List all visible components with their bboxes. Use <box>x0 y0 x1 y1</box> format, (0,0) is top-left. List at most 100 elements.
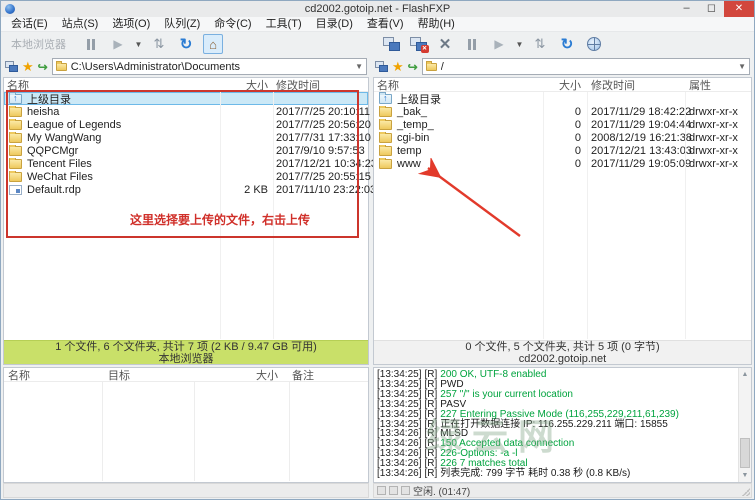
chevron-down-icon[interactable]: ▼ <box>135 34 142 54</box>
menu-item[interactable]: 选项(O) <box>105 17 157 31</box>
window-title: cd2002.gotoip.net - FlashFXP <box>1 3 754 15</box>
scroll-down-icon[interactable]: ▼ <box>739 469 751 482</box>
local-path-value: C:\Users\Administrator\Documents <box>71 61 351 73</box>
column-divider[interactable] <box>685 92 686 339</box>
resize-grip[interactable] <box>740 486 750 496</box>
browse-computer-icon[interactable] <box>375 61 388 72</box>
local-browser-label: 本地浏览器 <box>11 36 66 52</box>
menu-item[interactable]: 会话(E) <box>4 17 55 31</box>
close-button[interactable]: ✕ <box>724 1 754 17</box>
refresh-icon[interactable]: ↻ <box>557 34 577 54</box>
column-header-size[interactable]: 大小 <box>543 77 587 93</box>
menu-item[interactable]: 帮助(H) <box>411 17 462 31</box>
file-attr: drwxr-xr-x <box>685 158 751 170</box>
file-row[interactable]: 上级目录 <box>374 92 751 105</box>
file-name: cgi-bin <box>397 132 429 144</box>
column-divider[interactable] <box>102 382 103 481</box>
file-size: 0 <box>543 119 587 131</box>
file-icon <box>379 94 392 104</box>
chevron-down-icon[interactable]: ▼ <box>355 62 363 71</box>
file-icon <box>379 146 392 156</box>
remote-status-counts: 0 个文件, 5 个文件夹, 共计 5 项 (0 字节) <box>374 341 751 353</box>
pause-icon[interactable] <box>81 34 101 54</box>
globe-icon[interactable] <box>584 34 604 54</box>
file-row[interactable]: cgi-bin 0 2008/12/19 16:21:38 drwxr-xr-x <box>374 131 751 144</box>
annotation-red-box: 这里选择要上传的文件，右击上传 <box>6 90 359 238</box>
remote-toolbar: ✕ ✕ ▶ ▼ ⇅ ↻ <box>373 32 604 56</box>
log-channel: [R] <box>424 409 437 420</box>
pause-icon[interactable] <box>462 34 482 54</box>
annotation-arrow <box>414 158 544 258</box>
menu-bar: 会话(E) 站点(S) 选项(O) 队列(Z) 命令(C) 工具(T) 目录(D… <box>1 17 754 32</box>
go-arrow-icon[interactable]: ↪ <box>38 60 48 74</box>
file-modified: 2017/11/29 19:05:09 <box>587 158 685 170</box>
queue-bottom-bar <box>3 483 369 498</box>
local-toolbar: 本地浏览器 ▶ ▼ ⇅ ↻ ⌂ <box>1 32 373 56</box>
file-name: temp <box>397 145 421 157</box>
column-divider[interactable] <box>587 92 588 339</box>
menu-item[interactable]: 队列(Z) <box>157 17 207 31</box>
column-divider[interactable] <box>194 382 195 481</box>
local-status-bar: 1 个文件, 6 个文件夹, 共计 7 项 (2 KB / 9.47 GB 可用… <box>4 340 368 364</box>
browse-computer-icon[interactable] <box>5 61 18 72</box>
refresh-icon[interactable]: ↻ <box>176 34 196 54</box>
scrollbar-thumb[interactable] <box>740 438 750 468</box>
remote-file-pane: 名称 大小 修改时间 属性 上级目录 <box>373 77 752 365</box>
play-icon[interactable]: ▶ <box>108 34 128 54</box>
file-size: 0 <box>543 106 587 118</box>
column-header-name[interactable]: 名称 <box>4 367 102 383</box>
file-row[interactable]: _temp_ 0 2017/11/29 19:04:44 drwxr-xr-x <box>374 118 751 131</box>
file-size: 0 <box>543 145 587 157</box>
remote-host-label: cd2002.gotoip.net <box>374 353 751 365</box>
menu-item[interactable]: 目录(D) <box>309 17 360 31</box>
menu-item[interactable]: 查看(V) <box>360 17 411 31</box>
favorites-star-icon[interactable]: ★ <box>392 59 404 75</box>
status-note-icon <box>389 486 398 495</box>
file-name: _bak_ <box>397 106 427 118</box>
favorites-star-icon[interactable]: ★ <box>22 59 34 75</box>
connect-icon[interactable] <box>381 34 401 54</box>
transfer-queue-icon[interactable]: ⇅ <box>530 34 550 54</box>
file-row[interactable]: temp 0 2017/12/21 13:43:03 drwxr-xr-x <box>374 144 751 157</box>
disconnect-icon[interactable]: ✕ <box>408 34 428 54</box>
title-bar[interactable]: cd2002.gotoip.net - FlashFXP – ◻ ✕ <box>1 1 754 17</box>
idle-status-text: 空闲. (01:47) <box>413 483 470 498</box>
local-path-combobox[interactable]: C:\Users\Administrator\Documents ▼ <box>52 58 367 75</box>
log-message: 正在打开数据连接 IP: 116.255.229.211 端口: 15855 <box>440 419 668 430</box>
minimize-button[interactable]: – <box>674 1 699 17</box>
abort-icon[interactable]: ✕ <box>435 34 455 54</box>
log-line: [13:34:26][R]列表完成: 799 字节 耗时 0.38 秒 (0.8… <box>377 469 736 479</box>
flashfxp-window: cd2002.gotoip.net - FlashFXP – ◻ ✕ 会话(E)… <box>0 0 755 500</box>
status-lock-icon <box>377 486 386 495</box>
column-header-attr[interactable]: 属性 <box>685 77 751 93</box>
column-header-target[interactable]: 目标 <box>102 367 194 383</box>
play-icon[interactable]: ▶ <box>489 34 509 54</box>
maximize-button[interactable]: ◻ <box>699 1 724 17</box>
go-arrow-icon[interactable]: ↪ <box>408 60 418 74</box>
column-header-size[interactable]: 大小 <box>194 367 286 383</box>
column-header-note[interactable]: 备注 <box>286 367 368 383</box>
menu-item[interactable]: 命令(C) <box>207 17 258 31</box>
chevron-down-icon[interactable]: ▼ <box>738 62 746 71</box>
file-modified: 2008/12/19 16:21:38 <box>587 132 685 144</box>
chevron-down-icon[interactable]: ▼ <box>516 34 523 54</box>
log-message: 列表完成: 799 字节 耗时 0.38 秒 (0.8 KB/s) <box>440 468 630 479</box>
menu-item[interactable]: 站点(S) <box>55 17 106 31</box>
column-header-modified[interactable]: 修改时间 <box>587 77 685 93</box>
log-timestamp: [13:34:25] <box>377 409 421 420</box>
transfer-queue-pane: 名称 目标 大小 备注 <box>3 367 369 483</box>
home-icon[interactable]: ⌂ <box>203 34 223 54</box>
menu-item[interactable]: 工具(T) <box>259 17 309 31</box>
remote-path-combobox[interactable]: / ▼ <box>422 58 750 75</box>
log-scrollbar[interactable]: ▲ ▼ <box>738 368 751 482</box>
column-divider[interactable] <box>289 382 290 481</box>
file-icon <box>379 107 392 117</box>
ftp-log-lines: [13:34:25][R]200 OK, UTF-8 enabled [13:3… <box>377 370 736 479</box>
transfer-queue-icon[interactable]: ⇅ <box>149 34 169 54</box>
remote-status-bar: 0 个文件, 5 个文件夹, 共计 5 项 (0 字节) cd2002.goto… <box>374 340 751 364</box>
status-window-icon <box>401 486 410 495</box>
scroll-up-icon[interactable]: ▲ <box>739 368 751 381</box>
file-row[interactable]: _bak_ 0 2017/11/29 18:42:22 drwxr-xr-x <box>374 105 751 118</box>
toolbar-row: 本地浏览器 ▶ ▼ ⇅ ↻ ⌂ ✕ ✕ ▶ ▼ ⇅ ↻ <box>1 32 754 56</box>
file-name: 上级目录 <box>397 91 441 107</box>
